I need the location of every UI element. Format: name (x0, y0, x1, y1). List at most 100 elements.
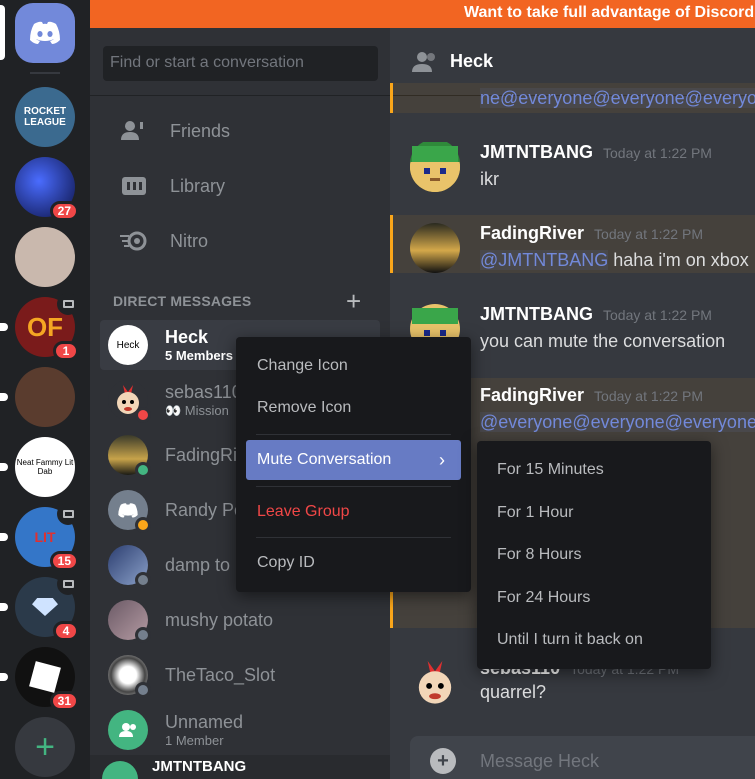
nav-friends-label: Friends (170, 120, 231, 141)
channel-title: Heck (450, 51, 494, 71)
server-label: OF (26, 311, 64, 342)
pixel-avatar-icon (410, 142, 460, 192)
mute-until-turned-on[interactable]: Until I turn it back on (497, 631, 643, 649)
server-diamond[interactable]: 4 (0, 573, 79, 641)
message-author[interactable]: FadingRiver Today at 1:22 PM (480, 385, 703, 406)
nav-friends[interactable]: Friends (100, 108, 380, 154)
mention[interactable]: ne@everyone@everyone@everyone (480, 88, 755, 108)
server-icon (15, 367, 75, 427)
server-feet[interactable] (15, 227, 75, 287)
dm-name: Randy Po (165, 499, 245, 520)
dm-name: FadingRi (165, 444, 238, 465)
mute-1-hour[interactable]: For 1 Hour (497, 504, 573, 522)
avatar (108, 600, 151, 643)
dm-item-mushy[interactable]: mushy potato (100, 595, 380, 645)
voice-indicator-icon (57, 503, 79, 525)
server-lit[interactable]: LIT 15 (0, 503, 79, 571)
menu-leave-group[interactable]: Leave Group (246, 492, 461, 532)
message-author[interactable]: JMTNTBANG Today at 1:22 PM (480, 304, 712, 325)
composer-placeholder: Message Heck (480, 750, 600, 771)
voice-indicator-icon (57, 573, 79, 595)
dm-subtext: 👀 Mission (165, 402, 229, 418)
message-author[interactable]: FadingRiver Today at 1:22 PM (480, 223, 703, 244)
server-neat-fammy[interactable]: Neat Fammy Lit Dab (0, 437, 75, 497)
dm-name: Unnamed (165, 712, 244, 732)
mute-submenu: For 15 Minutes For 1 Hour For 8 Hours Fo… (477, 441, 711, 669)
roblox-icon (29, 661, 61, 693)
menu-mute-conversation[interactable]: Mute Conversation › (246, 440, 461, 480)
idle-status-icon (135, 517, 151, 533)
dm-section-header: DIRECT MESSAGES (113, 293, 252, 309)
avatar[interactable] (410, 223, 460, 273)
server-label: Neat Fammy Lit Dab (16, 458, 74, 476)
mention-badge: 27 (49, 201, 79, 221)
avatar: Heck (108, 325, 148, 365)
unread-indicator (0, 533, 8, 541)
menu-change-icon[interactable]: Change Icon (246, 346, 461, 386)
server-rocket-league[interactable]: ROCKET LEAGUE (15, 87, 75, 147)
user-mention[interactable]: @JMTNTBANG (480, 250, 609, 270)
message-text: ikr (480, 169, 499, 189)
search-input[interactable]: Find or start a conversation (103, 46, 378, 81)
library-icon (120, 174, 148, 198)
dm-item-unnamed[interactable]: Unnamed 1 Member (100, 705, 380, 755)
unread-indicator (0, 323, 8, 331)
monkey-avatar-icon (418, 660, 452, 704)
message-text: ne@everyone@everyone@everyone (480, 88, 755, 109)
nav-library-label: Library (170, 175, 226, 196)
mention-badge: 15 (49, 551, 79, 571)
avatar (108, 435, 151, 478)
avatar[interactable] (410, 658, 460, 708)
discord-default-avatar-icon (118, 502, 138, 518)
message-text: @everyone@everyone@everyone (480, 412, 755, 433)
unread-indicator (0, 393, 8, 401)
create-dm-button[interactable]: + (346, 286, 361, 317)
user-panel: JMTNTBANG (90, 755, 390, 779)
avatar (108, 710, 148, 750)
server-game-over[interactable] (0, 367, 75, 427)
chevron-right-icon: › (439, 450, 445, 470)
mute-8-hours[interactable]: For 8 Hours (497, 546, 581, 564)
avatar[interactable] (410, 142, 460, 192)
server-icon: ROCKET LEAGUE (15, 87, 75, 147)
nav-library[interactable]: Library (100, 163, 380, 209)
mute-24-hours[interactable]: For 24 Hours (497, 589, 590, 607)
group-dm-icon (412, 51, 435, 72)
message-author[interactable]: JMTNTBANG Today at 1:22 PM (480, 142, 712, 163)
banner-text: Want to take full advantage of Discord w (464, 4, 755, 21)
unread-indicator (0, 463, 8, 471)
dm-name: TheTaco_Slot (165, 664, 276, 685)
offline-status-icon (135, 572, 151, 588)
add-server-button[interactable]: + (15, 717, 75, 777)
rail-separator (30, 72, 60, 74)
dm-name: Heck (165, 327, 209, 347)
mention-badge: 1 (53, 341, 79, 361)
mention[interactable]: @everyone@everyone@everyone (480, 412, 755, 432)
mention-badge: 4 (53, 621, 79, 641)
menu-divider (256, 434, 451, 435)
friends-icon (120, 119, 148, 143)
upload-plus-icon[interactable]: + (430, 748, 456, 774)
unread-indicator (0, 673, 8, 681)
offline-status-icon (135, 682, 151, 698)
server-icon (15, 227, 75, 287)
plus-icon: + (35, 727, 55, 766)
server-roblox[interactable]: 31 (0, 647, 79, 711)
nav-nitro[interactable]: Nitro (100, 218, 380, 264)
server-label: ROCKET LEAGUE (23, 106, 67, 128)
menu-divider (256, 537, 451, 538)
menu-remove-icon[interactable]: Remove Icon (246, 388, 461, 428)
server-icon: Neat Fammy Lit Dab (15, 437, 75, 497)
menu-copy-id[interactable]: Copy ID (246, 543, 461, 583)
message-composer[interactable]: + Message Heck (410, 736, 755, 779)
server-of[interactable]: OF 1 (0, 293, 79, 361)
dm-subtext: 5 Members (165, 348, 233, 363)
dm-item-taco[interactable]: TheTaco_Slot (100, 650, 380, 700)
server-rail: ROCKET LEAGUE 27 OF 1 Neat Fammy Lit Dab… (0, 0, 90, 779)
server-space[interactable]: 27 (15, 157, 79, 221)
timestamp: Today at 1:22 PM (603, 307, 712, 323)
home-button[interactable] (15, 3, 75, 63)
mute-15-minutes[interactable]: For 15 Minutes (497, 461, 604, 479)
self-username: JMTNTBANG (152, 758, 247, 775)
nitro-banner[interactable]: Want to take full advantage of Discord w (90, 0, 755, 28)
